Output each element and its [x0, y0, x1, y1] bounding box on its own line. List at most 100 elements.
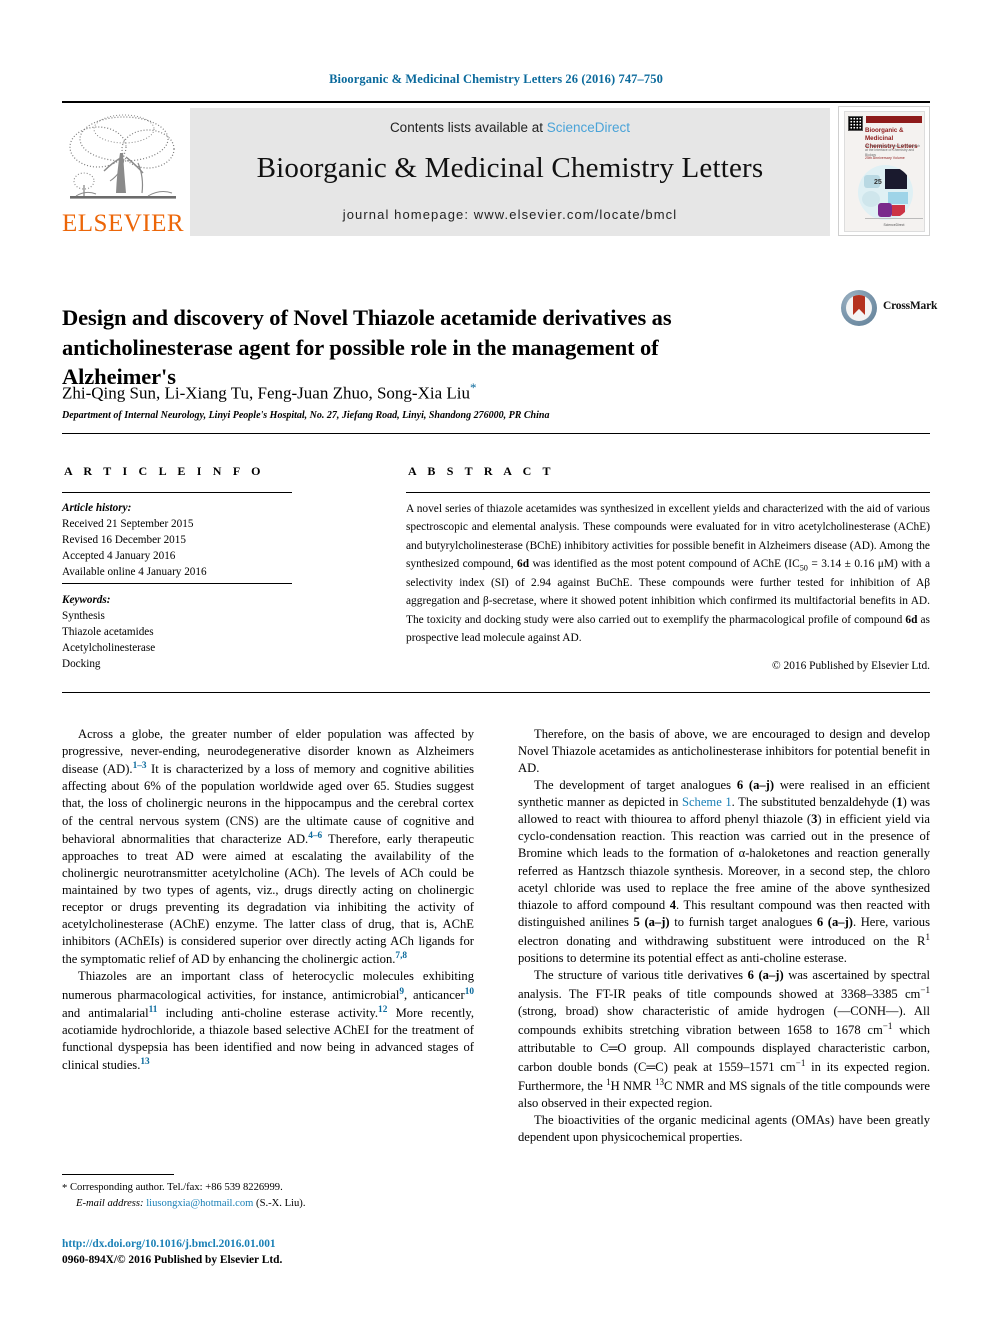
history-revised: Revised 16 December 2015 — [62, 534, 186, 547]
collage-tile-5 — [878, 203, 892, 217]
journal-cover-thumbnail[interactable]: Bioorganic & Medicinal Chemistry Letters… — [838, 106, 930, 236]
compound-label: 6 (a–j) — [747, 968, 784, 983]
doi-link[interactable]: http://dx.doi.org/10.1016/j.bmcl.2016.01… — [62, 1236, 482, 1252]
author-list: Zhi-Qing Sun, Li-Xiang Tu, Feng-Juan Zhu… — [62, 380, 822, 404]
paragraph: Therefore, on the basis of above, we are… — [518, 727, 930, 776]
p3-g: H NMR — [610, 1079, 655, 1094]
unit-superscript: −1 — [920, 985, 930, 996]
p2-d: including anti-choline esterase activity… — [157, 1005, 379, 1020]
p2-b: , anticancer — [404, 987, 465, 1002]
body-column-left: Across a globe, the greater number of el… — [62, 726, 474, 1074]
keyword-item: Thiazole acetamides — [62, 626, 154, 639]
page-title: Design and discovery of Novel Thiazole a… — [62, 305, 672, 389]
contents-available-line: Contents lists available at ScienceDirec… — [190, 120, 830, 135]
citation-ref[interactable]: 1–3 — [133, 761, 147, 771]
email-suffix: (S.-X. Liu). — [256, 1197, 306, 1209]
unit-superscript: −1 — [795, 1057, 806, 1068]
paragraph: The structure of various title derivativ… — [518, 967, 930, 1112]
corresponding-author-note: * Corresponding author. Tel./fax: +86 53… — [62, 1180, 474, 1196]
article-history-label: Article history: — [62, 502, 132, 514]
keyword-item: Synthesis — [62, 610, 105, 623]
citation-ref[interactable]: 7,8 — [395, 951, 407, 961]
p2-h: to furnish target analogues — [669, 914, 817, 929]
compound-label: 6 (a–j) — [736, 778, 775, 793]
collage-tile-1 — [885, 169, 907, 189]
cover-footer-label: ScienceDirect — [883, 223, 905, 227]
contents-prefix: Contents lists available at — [389, 120, 547, 135]
bookmark-ribbon-icon — [853, 295, 865, 315]
sciencedirect-link[interactable]: ScienceDirect — [547, 120, 630, 135]
p1-c: Therefore, early therapeutic approaches … — [62, 831, 474, 967]
crossmark-badge[interactable]: CrossMark — [841, 288, 941, 328]
scheme-link[interactable]: Scheme 1 — [682, 795, 732, 809]
affiliation: Department of Internal Neurology, Linyi … — [62, 410, 550, 421]
article-info-rule-top — [62, 492, 292, 493]
paragraph: Across a globe, the greater number of el… — [62, 726, 474, 968]
cover-top-band — [866, 116, 922, 123]
crossmark-icon — [841, 290, 877, 326]
title-divider — [62, 433, 930, 434]
email-label: E-mail address: — [76, 1197, 144, 1209]
running-head: Bioorganic & Medicinal Chemistry Letters… — [329, 72, 663, 86]
journal-homepage-link[interactable]: journal homepage: www.elsevier.com/locat… — [190, 207, 830, 222]
journal-masthead: ELSEVIER Contents lists available at Sci… — [62, 101, 930, 236]
email-link[interactable]: liusongxia@hotmail.com — [146, 1198, 253, 1209]
cover-collage: 25 — [858, 165, 913, 220]
article-info-rule-mid — [62, 583, 292, 584]
citation-ref[interactable]: 10 — [465, 987, 474, 997]
abstract-rule-top — [406, 492, 930, 493]
abstract-part-2: was identified as the most potent compou… — [529, 557, 800, 570]
p2-c: and antimalarial — [62, 1005, 149, 1020]
history-online: Available online 4 January 2016 — [62, 566, 207, 579]
issn-copyright-line: 0960-894X/© 2016 Published by Elsevier L… — [62, 1254, 283, 1267]
abstract-compound-1: 6d — [517, 557, 530, 570]
cover-inner: Bioorganic & Medicinal Chemistry Letters… — [844, 111, 925, 232]
paragraph: Thiazoles are an important class of hete… — [62, 968, 474, 1074]
footer-block: http://dx.doi.org/10.1016/j.bmcl.2016.01… — [62, 1236, 482, 1268]
citation-ref[interactable]: 12 — [378, 1005, 387, 1015]
abstract-heading: A B S T R A C T — [408, 464, 555, 478]
p3-a: The structure of various title derivativ… — [534, 968, 748, 983]
history-received: Received 21 September 2015 — [62, 518, 194, 531]
unit-superscript: −1 — [882, 1021, 893, 1032]
masthead-panel: Contents lists available at ScienceDirec… — [190, 108, 830, 236]
citation-ref[interactable]: 13 — [140, 1057, 149, 1067]
cover-edition: 25th Anniversary Volume — [865, 156, 905, 160]
history-accepted: Accepted 4 January 2016 — [62, 550, 176, 563]
nmr-superscript: 13 — [654, 1077, 665, 1087]
cover-footer-rule — [865, 218, 923, 219]
body-column-right: Therefore, on the basis of above, we are… — [518, 726, 930, 1146]
elsevier-wordmark: ELSEVIER — [62, 210, 185, 237]
footnote-rule — [62, 1174, 174, 1175]
abstract-copyright: © 2016 Published by Elsevier Ltd. — [772, 660, 930, 672]
abstract-compound-2: 6d — [905, 613, 918, 626]
crossmark-icon-inner — [846, 295, 872, 321]
keyword-item: Acetylcholinesterase — [62, 642, 156, 655]
elsevier-tree-icon — [69, 114, 176, 199]
p2-d: . The substituted benzaldehyde ( — [731, 795, 897, 810]
abstract-divider-bottom — [62, 692, 930, 693]
p3-d: (strong, broad) show characteristic of a… — [518, 1004, 930, 1038]
author-names: Zhi-Qing Sun, Li-Xiang Tu, Feng-Juan Zhu… — [62, 383, 470, 403]
r1-superscript: 1 — [925, 931, 930, 942]
citation-ref[interactable]: 4–6 — [308, 831, 322, 841]
compound-label: 6 (a–j) — [816, 914, 853, 929]
keywords-label: Keywords: — [62, 594, 111, 606]
paragraph: The bioactivities of the organic medicin… — [518, 1113, 930, 1145]
article-history-block: Article history: Received 21 September 2… — [62, 500, 302, 580]
paper-page: Bioorganic & Medicinal Chemistry Letters… — [0, 0, 992, 1323]
collage-tile-6 — [892, 205, 905, 216]
qr-code-icon — [848, 116, 863, 131]
footnote-star-marker: * — [62, 1183, 68, 1194]
cover-anniversary-badge: 25 — [874, 179, 882, 186]
keyword-item: Docking — [62, 658, 101, 671]
paragraph: The development of target analogues 6 (a… — [518, 777, 930, 967]
journal-title: Bioorganic & Medicinal Chemistry Letters — [256, 152, 764, 184]
article-info-heading: A R T I C L E I N F O — [64, 464, 265, 478]
keywords-block: Keywords: Synthesis Thiazole acetamides … — [62, 592, 302, 672]
abstract-ic50-subscript: 50 — [799, 563, 808, 573]
corresponding-author-marker[interactable]: * — [470, 380, 477, 395]
p2-a: The development of target analogues — [534, 778, 737, 793]
abstract-text: A novel series of thiazole acetamides wa… — [406, 500, 930, 647]
corresponding-author-text: Corresponding author. Tel./fax: +86 539 … — [69, 1182, 283, 1193]
